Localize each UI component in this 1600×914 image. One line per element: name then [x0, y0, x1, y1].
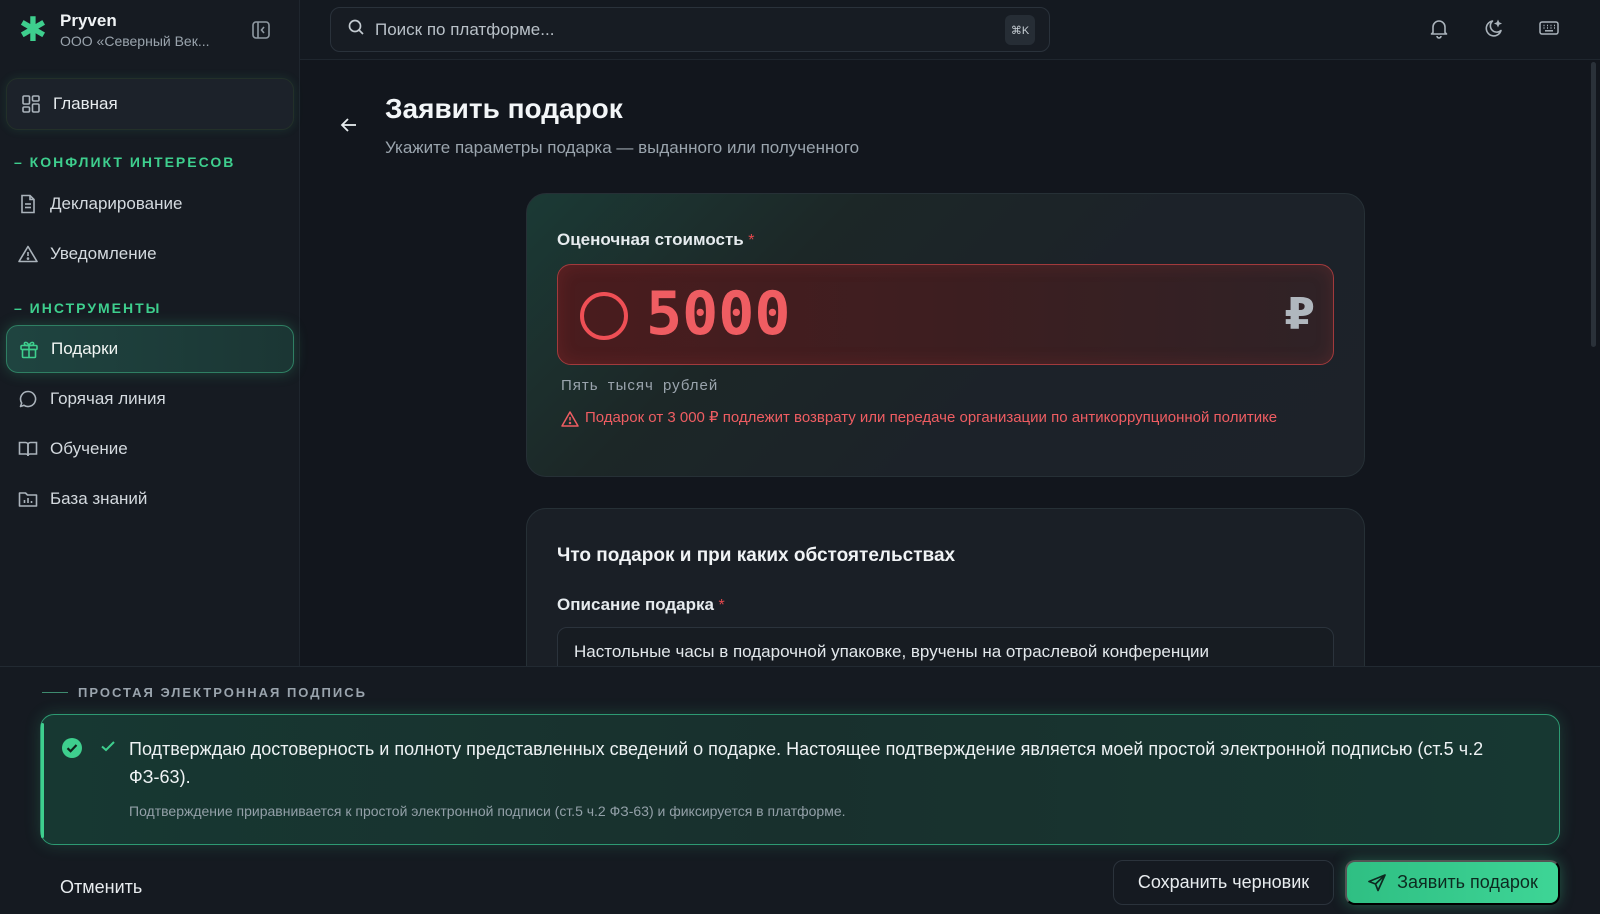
send-icon — [1367, 873, 1387, 893]
book-icon — [18, 439, 38, 459]
value-warning: Подарок от 3 000 ₽ подлежит возврату или… — [561, 408, 1301, 433]
page-title: Заявить подарок — [385, 93, 623, 124]
organization-name: ООО «Северный Век... — [60, 33, 210, 49]
amount-value: 5000 — [646, 279, 791, 349]
status-ring-icon — [580, 292, 628, 340]
nav-section-conflict: – КОНФЛИКТ ИНТЕРЕСОВ — [14, 154, 236, 170]
page-subtitle: Укажите параметры подарка — выданного ил… — [385, 138, 860, 157]
estimated-value-card: Оценочная стоимость * 5000 ₽ Пять тысяч … — [526, 193, 1365, 477]
warning-icon — [18, 244, 38, 264]
back-arrow-icon[interactable] — [338, 114, 362, 138]
search-input[interactable]: Поиск по платформе... ⌘K — [330, 7, 1050, 52]
signature-footer: ПРОСТАЯ ЭЛЕКТРОННАЯ ПОДПИСЬ Подтверждаю … — [0, 666, 1600, 914]
checkbox-checked-icon[interactable] — [61, 737, 83, 759]
estimated-value-label: Оценочная стоимость * — [557, 230, 755, 249]
scrollbar[interactable] — [1591, 62, 1596, 347]
nav-section-tools: – ИНСТРУМЕНТЫ — [14, 300, 162, 316]
signature-confirmation[interactable]: Подтверждаю достоверность и полноту пред… — [40, 714, 1560, 845]
warning-icon — [561, 410, 579, 433]
folder-chart-icon — [18, 489, 38, 509]
divider — [42, 692, 68, 693]
save-draft-button[interactable]: Сохранить черновик — [1113, 860, 1334, 905]
check-icon — [99, 737, 117, 755]
sidebar-collapse-icon[interactable] — [250, 19, 272, 41]
submit-gift-button[interactable]: Заявить подарок — [1345, 860, 1560, 905]
amount-in-words: Пять тысяч рублей — [561, 377, 719, 394]
confirmation-note: Подтверждение приравнивается к простой э… — [129, 803, 846, 819]
sidebar-item-declaration[interactable]: Декларирование — [6, 180, 294, 228]
search-icon — [347, 18, 365, 41]
card-title: Что подарок и при каких обстоятельствах — [557, 545, 956, 566]
brand[interactable]: ✱ Pryven ООО «Северный Век... — [18, 8, 210, 52]
required-mark: * — [748, 232, 755, 249]
brand-name: Pryven — [60, 11, 117, 30]
sidebar-item-label: Уведомление — [50, 244, 157, 263]
sidebar-item-label: Обучение — [50, 439, 128, 458]
warning-text: Подарок от 3 000 ₽ подлежит возврату или… — [585, 409, 1278, 426]
accent-bar — [41, 723, 44, 838]
sidebar-item-label: База знаний — [50, 489, 148, 508]
sidebar-item-label: Горячая линия — [50, 389, 166, 408]
signature-section-label: ПРОСТАЯ ЭЛЕКТРОННАЯ ПОДПИСЬ — [42, 685, 367, 700]
required-mark: * — [718, 597, 725, 614]
bell-icon[interactable] — [1428, 17, 1452, 41]
search-shortcut-badge: ⌘K — [1005, 15, 1035, 45]
currency-symbol: ₽ — [1284, 290, 1315, 339]
description-label: Описание подарка * — [557, 595, 725, 614]
sidebar-item-label: Главная — [53, 94, 118, 113]
search-placeholder: Поиск по платформе... — [375, 19, 555, 39]
sidebar-item-training[interactable]: Обучение — [6, 425, 294, 473]
top-bar: Поиск по платформе... ⌘K — [300, 0, 1600, 60]
sidebar-item-home[interactable]: Главная — [6, 78, 294, 130]
sidebar-item-hotline[interactable]: Горячая линия — [6, 375, 294, 423]
sidebar-item-gifts[interactable]: Подарки — [6, 325, 294, 373]
sidebar-item-label: Подарки — [51, 339, 119, 358]
confirmation-text: Подтверждаю достоверность и полноту пред… — [129, 739, 1484, 787]
document-icon — [18, 194, 38, 214]
moon-icon[interactable] — [1483, 17, 1507, 41]
dashboard-icon — [21, 94, 41, 114]
gift-icon — [19, 339, 39, 359]
brand-logo-icon: ✱ — [18, 11, 48, 49]
sidebar-item-knowledge-base[interactable]: База знаний — [6, 475, 294, 523]
chat-icon — [18, 389, 38, 409]
cancel-button[interactable]: Отменить — [40, 865, 162, 909]
sidebar-item-label: Декларирование — [50, 194, 183, 213]
sidebar-item-notification[interactable]: Уведомление — [6, 230, 294, 278]
amount-input[interactable]: 5000 ₽ — [557, 264, 1334, 365]
submit-label: Заявить подарок — [1397, 872, 1538, 892]
keyboard-icon[interactable] — [1538, 17, 1562, 41]
